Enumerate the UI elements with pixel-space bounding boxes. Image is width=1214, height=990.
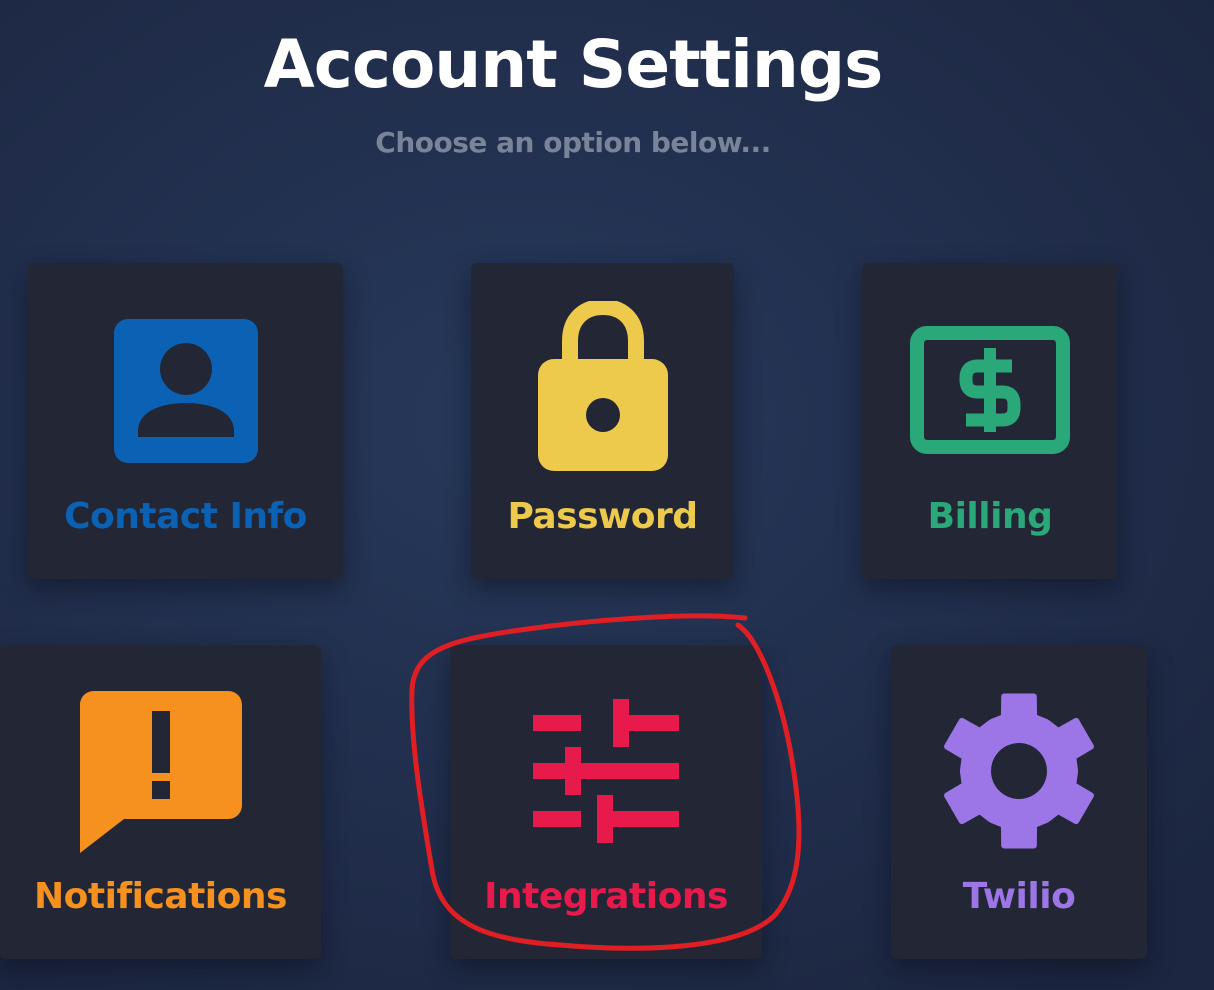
billing-label: Billing <box>927 496 1053 537</box>
alert-message-icon <box>79 691 242 853</box>
billing-dollar-icon <box>910 326 1070 454</box>
twilio-card[interactable]: Twilio <box>891 645 1147 959</box>
integrations-card[interactable]: Integrations <box>450 645 762 959</box>
contact-info-label: Contact Info <box>64 496 307 537</box>
password-label: Password <box>507 496 698 537</box>
sliders-icon <box>533 699 679 845</box>
page-title: Account Settings <box>263 26 884 103</box>
twilio-label: Twilio <box>962 876 1076 917</box>
contact-card-icon <box>113 319 258 463</box>
password-card[interactable]: Password <box>471 263 734 579</box>
notifications-label: Notifications <box>34 876 287 917</box>
billing-card[interactable]: Billing <box>862 263 1118 579</box>
integrations-label: Integrations <box>484 876 728 917</box>
gear-icon <box>941 693 1097 849</box>
lock-icon <box>537 298 668 471</box>
page-subtitle: Choose an option below... <box>375 126 771 159</box>
contact-info-card[interactable]: Contact Info <box>28 263 343 579</box>
notifications-card[interactable]: Notifications <box>0 645 321 959</box>
